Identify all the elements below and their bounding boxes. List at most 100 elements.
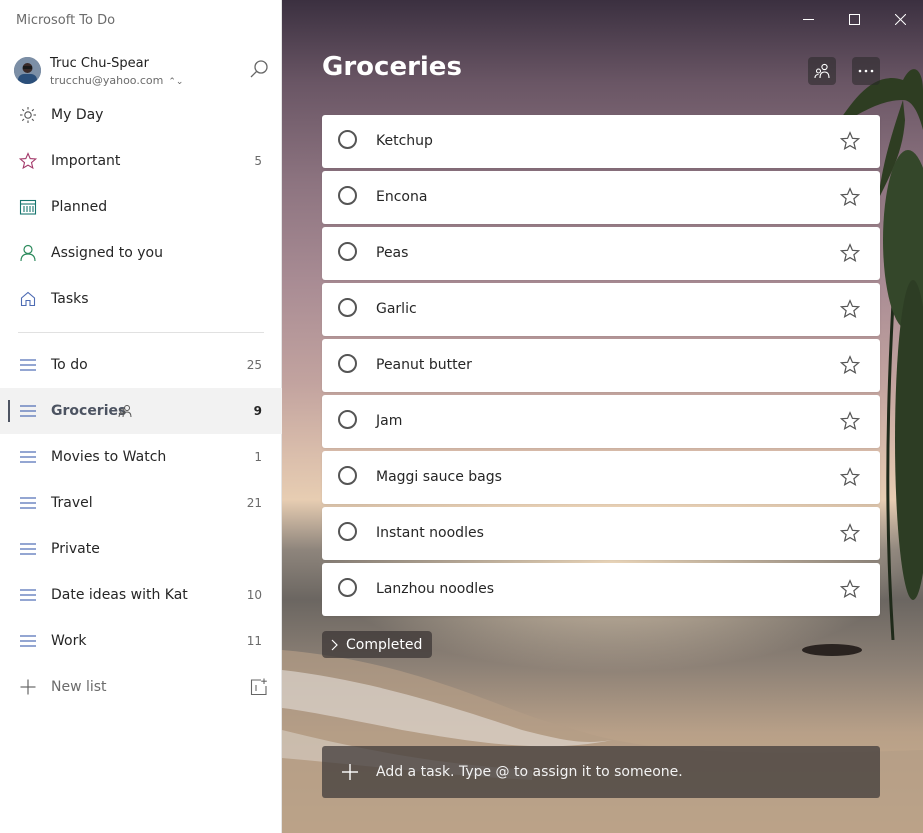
search-button[interactable] [248, 59, 270, 81]
app-title: Microsoft To Do [16, 13, 116, 28]
task-item[interactable]: Maggi sauce bags [322, 451, 880, 504]
list-icon [18, 402, 38, 420]
list-label: To do [51, 357, 88, 373]
complete-checkbox[interactable] [338, 354, 357, 373]
list-count: 11 [246, 634, 262, 648]
selected-indicator [8, 400, 10, 422]
new-list-button[interactable]: New list [0, 664, 282, 710]
add-task-input[interactable]: Add a task. Type @ to assign it to someo… [322, 746, 880, 798]
nav-my-day[interactable]: My Day [0, 92, 282, 138]
star-icon [18, 152, 38, 170]
account-switcher[interactable]: Truc Chu-Spear trucchu@yahoo.com ⌃⌄ [14, 55, 274, 89]
more-options-button[interactable] [852, 57, 880, 85]
complete-checkbox[interactable] [338, 522, 357, 541]
task-item[interactable]: Jam [322, 395, 880, 448]
important-star-icon[interactable] [839, 411, 861, 431]
new-group-icon[interactable] [250, 678, 268, 696]
list-icon [18, 494, 38, 512]
list-icon [18, 632, 38, 650]
sidebar: Microsoft To Do Truc Chu-Spear trucchu@y… [0, 0, 282, 833]
complete-checkbox[interactable] [338, 186, 357, 205]
nav-assigned-to-you[interactable]: Assigned to you [0, 230, 282, 276]
important-star-icon[interactable] [839, 523, 861, 543]
plus-icon [18, 678, 38, 696]
new-list-label: New list [51, 679, 107, 695]
nav-label: Tasks [51, 291, 89, 307]
avatar [14, 57, 41, 84]
home-icon [18, 290, 38, 308]
important-star-icon[interactable] [839, 131, 861, 151]
task-item[interactable]: Peanut butter [322, 339, 880, 392]
account-email-text: trucchu@yahoo.com [50, 74, 164, 87]
sun-icon [18, 106, 38, 124]
account-email: trucchu@yahoo.com ⌃⌄ [50, 74, 183, 87]
complete-checkbox[interactable] [338, 578, 357, 597]
minimize-button[interactable] [785, 0, 831, 38]
task-title: Encona [376, 189, 428, 205]
share-list-button[interactable] [808, 57, 836, 85]
completed-toggle[interactable]: Completed [322, 631, 433, 658]
list-item-to-do[interactable]: To do 25 [0, 342, 282, 388]
list-label: Groceries [51, 403, 127, 419]
add-task-placeholder: Add a task. Type @ to assign it to someo… [376, 764, 683, 780]
person-icon [18, 244, 38, 262]
more-icon [858, 69, 874, 73]
task-item[interactable]: Peas [322, 227, 880, 280]
task-item[interactable]: Garlic [322, 283, 880, 336]
important-star-icon[interactable] [839, 355, 861, 375]
task-item[interactable]: Encona [322, 171, 880, 224]
list-item-work[interactable]: Work 11 [0, 618, 282, 664]
list-item-date-ideas-with-kat[interactable]: Date ideas with Kat 10 [0, 572, 282, 618]
list-item-groceries[interactable]: Groceries 9 [0, 388, 282, 434]
task-list: Ketchup Encona Peas Garlic Peanut butter… [322, 115, 880, 619]
close-button[interactable] [877, 0, 923, 38]
important-star-icon[interactable] [839, 579, 861, 599]
task-item[interactable]: Ketchup [322, 115, 880, 168]
list-icon [18, 356, 38, 374]
plus-icon [340, 762, 360, 782]
list-label: Date ideas with Kat [51, 587, 188, 603]
nav-label: Important [51, 153, 121, 169]
task-title: Peanut butter [376, 357, 472, 373]
account-name: Truc Chu-Spear [50, 56, 149, 71]
complete-checkbox[interactable] [338, 410, 357, 429]
list-count: 10 [246, 588, 262, 602]
maximize-button[interactable] [831, 0, 877, 38]
important-star-icon[interactable] [839, 299, 861, 319]
important-star-icon[interactable] [839, 243, 861, 263]
task-title: Jam [376, 413, 403, 429]
task-title: Maggi sauce bags [376, 469, 502, 485]
list-item-movies-to-watch[interactable]: Movies to Watch 1 [0, 434, 282, 480]
nav-label: My Day [51, 107, 104, 123]
complete-checkbox[interactable] [338, 466, 357, 485]
list-label: Private [51, 541, 100, 557]
complete-checkbox[interactable] [338, 130, 357, 149]
task-title: Ketchup [376, 133, 433, 149]
important-star-icon[interactable] [839, 187, 861, 207]
maximize-icon [848, 13, 860, 25]
app-window: Microsoft To Do Truc Chu-Spear trucchu@y… [0, 0, 923, 833]
nav-planned[interactable]: Planned [0, 184, 282, 230]
complete-checkbox[interactable] [338, 298, 357, 317]
calendar-icon [18, 198, 38, 216]
list-count: 1 [254, 450, 262, 464]
task-item[interactable]: Lanzhou noodles [322, 563, 880, 616]
complete-checkbox[interactable] [338, 242, 357, 261]
chevron-right-icon [331, 639, 338, 650]
task-item[interactable]: Instant noodles [322, 507, 880, 560]
task-title: Garlic [376, 301, 417, 317]
window-controls [785, 0, 923, 38]
list-count: 21 [246, 496, 262, 510]
completed-label: Completed [346, 636, 423, 653]
list-count: 25 [246, 358, 262, 372]
list-item-travel[interactable]: Travel 21 [0, 480, 282, 526]
nav-tasks[interactable]: Tasks [0, 276, 282, 322]
task-title: Peas [376, 245, 409, 261]
navigation: My Day Important 5 Planned Assigned to y… [0, 92, 282, 710]
important-star-icon[interactable] [839, 467, 861, 487]
nav-count: 5 [254, 154, 262, 168]
share-people-icon [814, 63, 830, 79]
list-item-private[interactable]: Private [0, 526, 282, 572]
minimize-icon [802, 18, 814, 20]
nav-important[interactable]: Important 5 [0, 138, 282, 184]
